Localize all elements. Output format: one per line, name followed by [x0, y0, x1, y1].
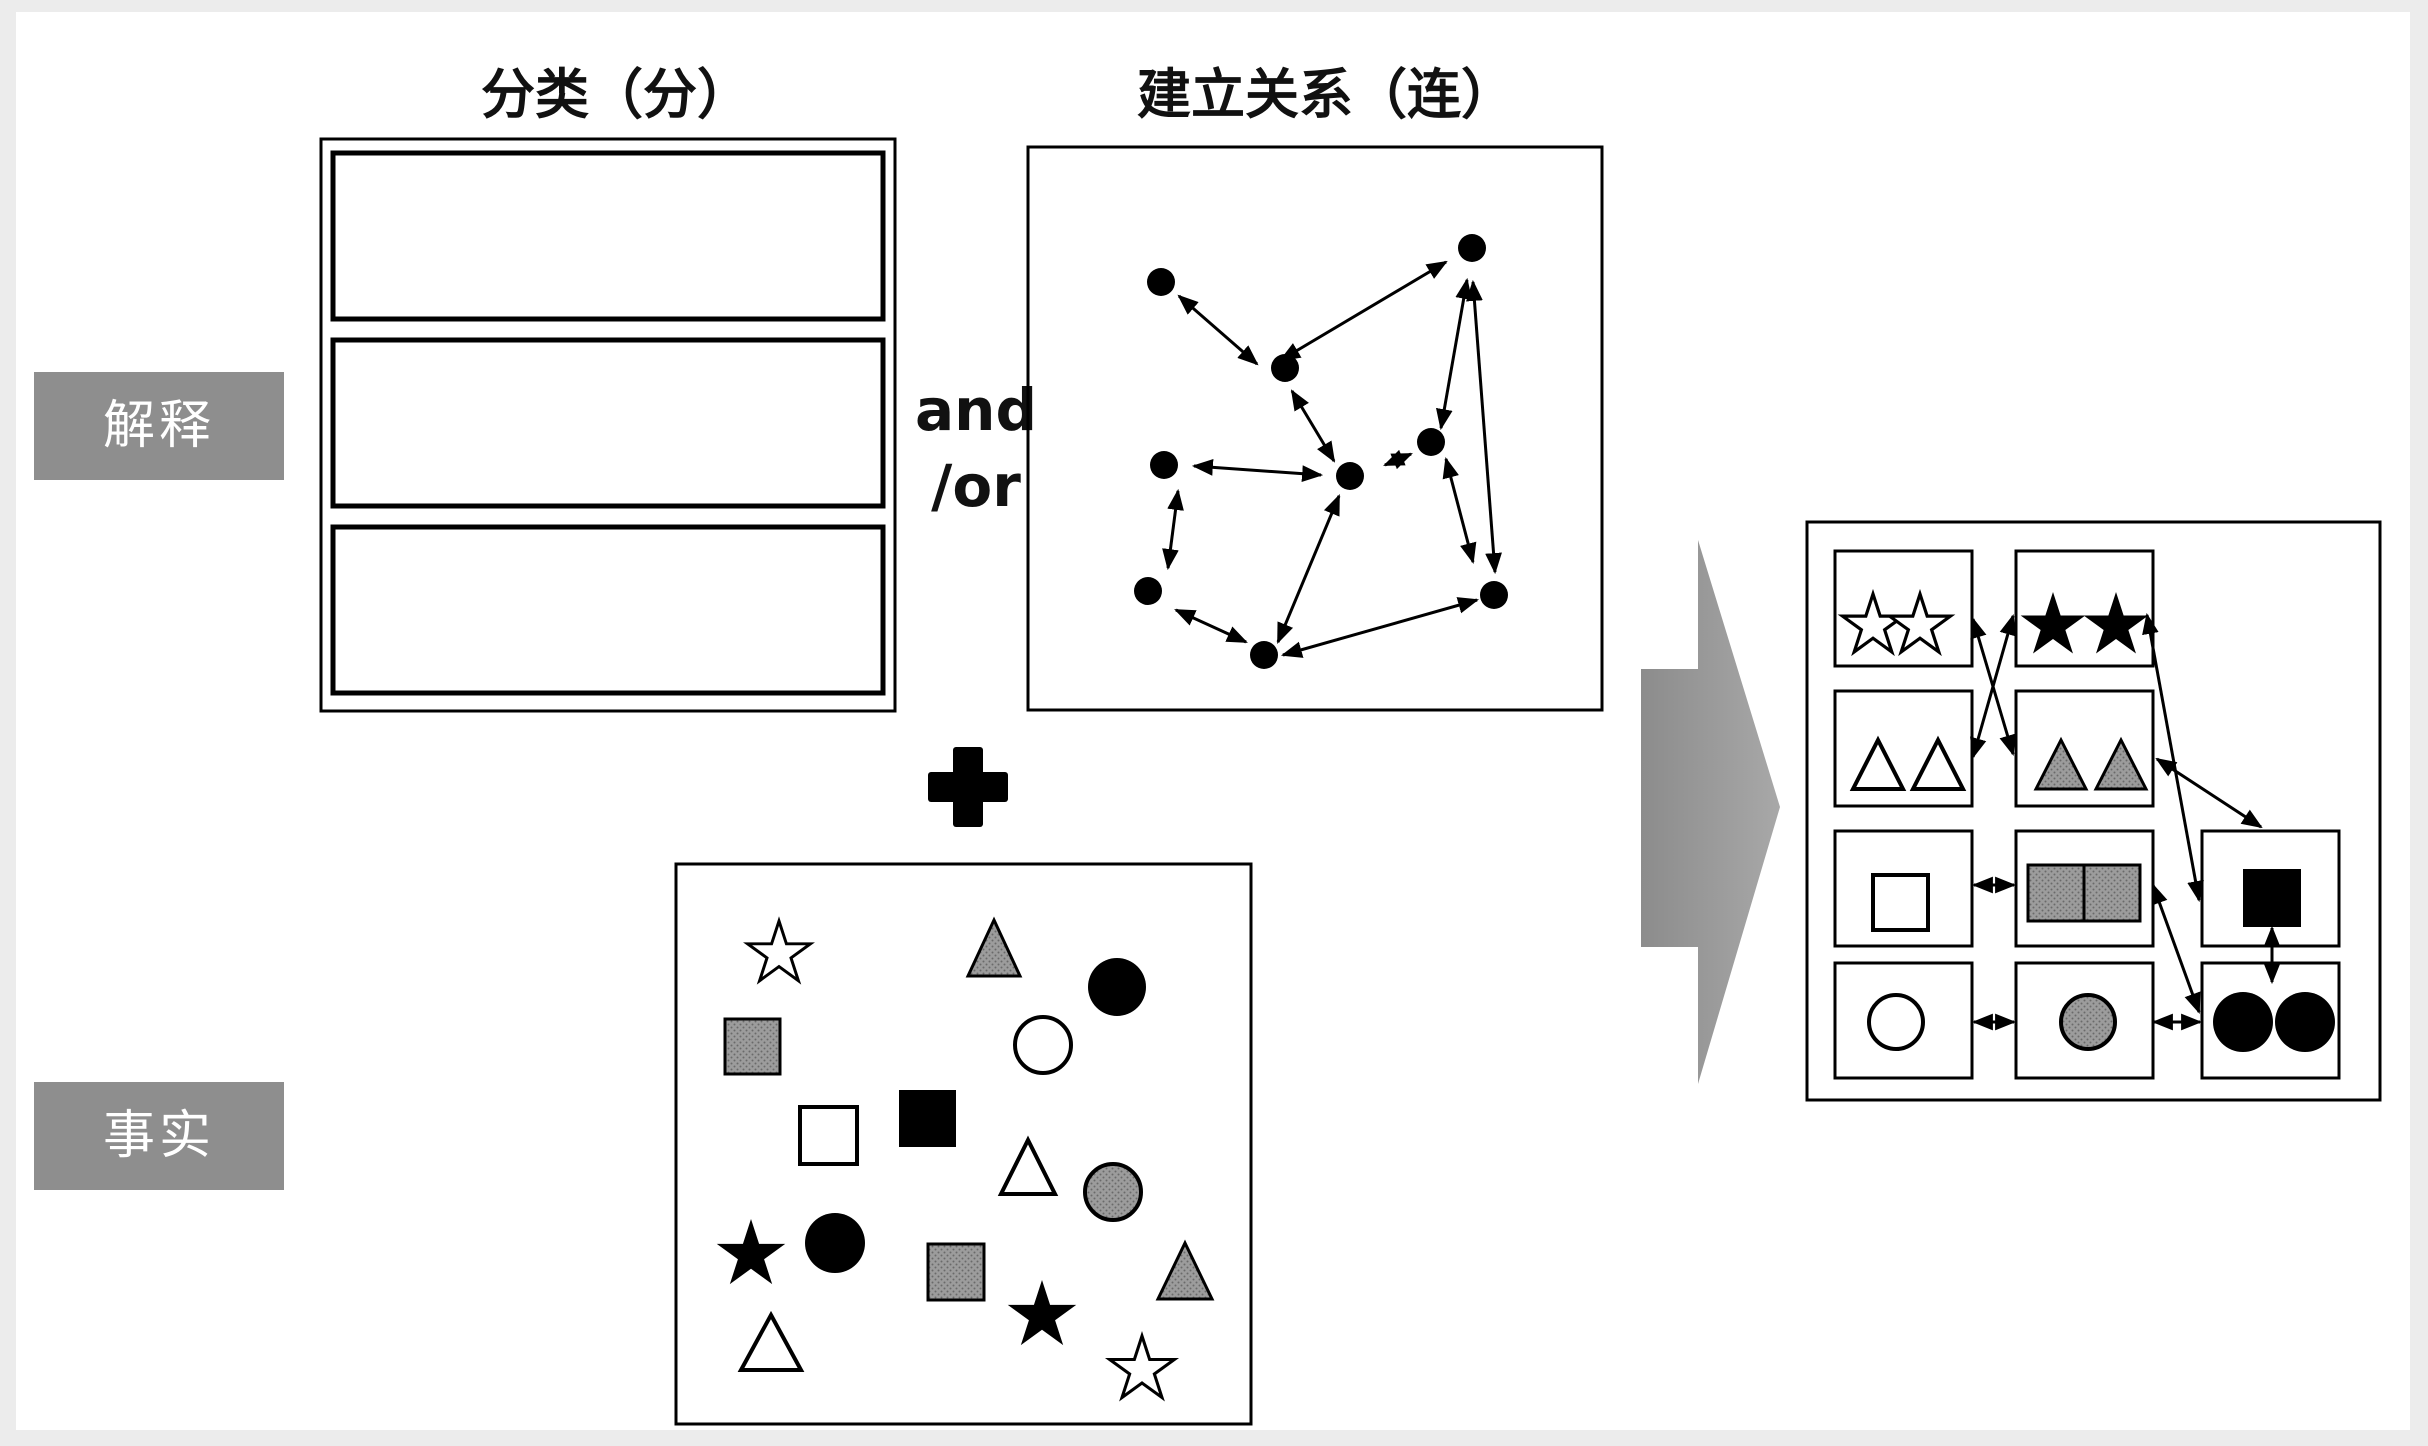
- circle-icon: [2275, 992, 2335, 1052]
- triangle-icon: [1849, 735, 1907, 791]
- relationship-nodes: [1134, 234, 1508, 669]
- star-icon: [1110, 1336, 1175, 1398]
- triangle-icon: [1909, 735, 1967, 791]
- circle-icon: [2213, 992, 2273, 1052]
- triangle-icon: [737, 1310, 805, 1372]
- category-slot-1: [330, 150, 886, 322]
- circle-icon: [805, 1213, 865, 1273]
- plus-icon: [928, 747, 1008, 827]
- star-icon: [716, 1219, 786, 1285]
- classification-box: [319, 137, 897, 713]
- triangle-icon: [997, 1135, 1059, 1196]
- triangle-icon: [1155, 1239, 1215, 1301]
- node: [1480, 581, 1508, 609]
- star-icon: [2083, 592, 2149, 654]
- circle-icon: [1013, 1015, 1073, 1075]
- triangle-icon: [2093, 736, 2149, 791]
- node: [1147, 268, 1175, 296]
- node: [1417, 428, 1445, 456]
- facts-box: [674, 862, 1253, 1426]
- star-icon: [1890, 594, 1951, 652]
- relationship-edges: [1162, 260, 1502, 658]
- star-icon: [2020, 592, 2086, 654]
- node: [1134, 577, 1162, 605]
- relationship-box: [1026, 145, 1604, 712]
- star-icon: [1007, 1280, 1077, 1346]
- circle-icon: [1867, 993, 1925, 1051]
- triangle-icon: [965, 916, 1023, 978]
- node: [1271, 354, 1299, 382]
- star-icon: [748, 921, 811, 981]
- square-icon: [1871, 873, 1930, 932]
- square-icon: [2082, 863, 2142, 923]
- diagram-canvas: 解释 事实 分类（分） 建立关系（连） and /or: [16, 12, 2410, 1430]
- square-icon: [899, 1090, 956, 1147]
- circle-icon: [1088, 958, 1146, 1016]
- arrow-right-icon: [1641, 540, 1780, 1084]
- category-slot-3: [330, 524, 886, 696]
- circle-icon: [2059, 993, 2117, 1051]
- node: [1336, 462, 1364, 490]
- node: [1250, 641, 1278, 669]
- node: [1458, 234, 1486, 262]
- circle-icon: [1083, 1162, 1143, 1222]
- square-icon: [926, 1242, 986, 1302]
- square-icon: [798, 1105, 859, 1166]
- square-icon: [723, 1017, 782, 1076]
- triangle-icon: [2033, 736, 2089, 791]
- category-slot-2: [330, 337, 886, 509]
- square-icon: [2243, 869, 2301, 927]
- result-relationships: [1970, 612, 2281, 1031]
- node: [1150, 451, 1178, 479]
- square-icon: [2026, 863, 2086, 923]
- diagram-graphics: [319, 137, 2382, 1426]
- star-icon: [1843, 594, 1904, 652]
- result-box: [1805, 520, 2382, 1102]
